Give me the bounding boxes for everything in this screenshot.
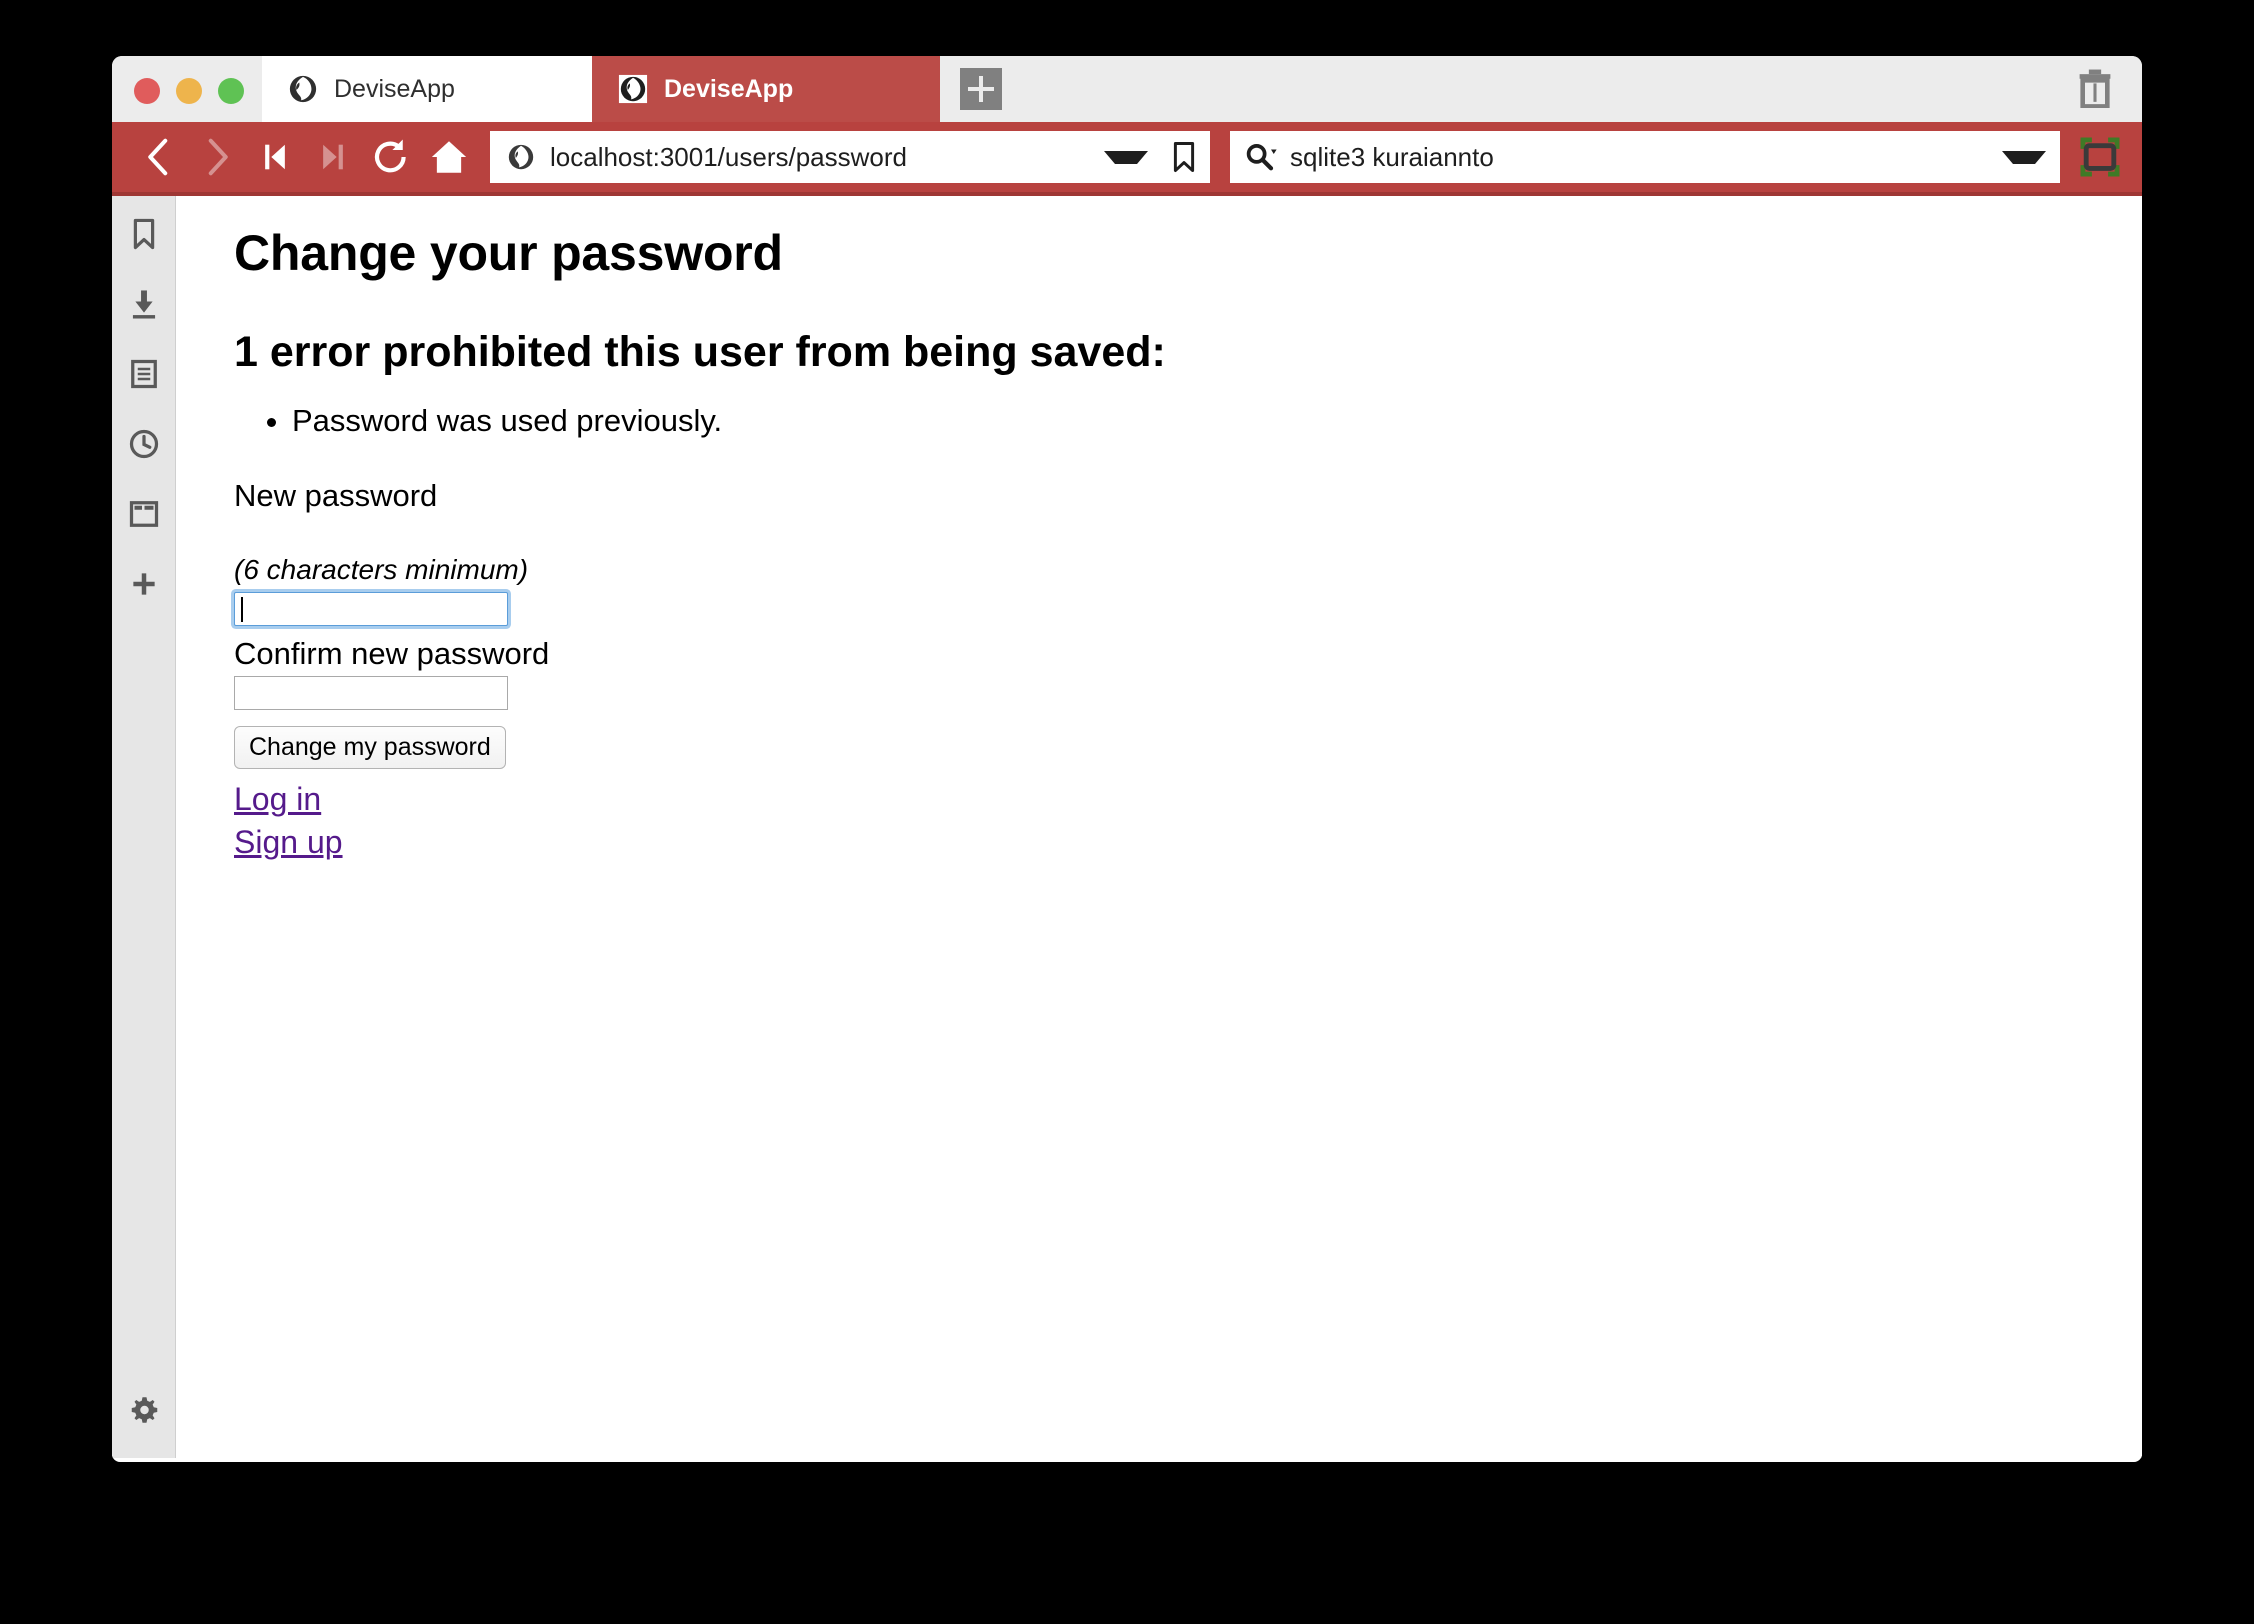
window-icon bbox=[129, 501, 158, 527]
sidebar-item-windows[interactable] bbox=[120, 490, 168, 538]
sidebar-item-history[interactable] bbox=[120, 420, 168, 468]
address-bar-url[interactable]: localhost:3001/users/password bbox=[550, 142, 1090, 173]
tab-bar-spacer bbox=[1002, 56, 2076, 122]
search-bar[interactable]: sqlite3 kuraiannto bbox=[1230, 131, 2060, 183]
tab-deviseapp-1[interactable]: DeviseApp bbox=[262, 56, 592, 122]
globe-icon bbox=[618, 74, 648, 104]
sidebar-item-bookmarks[interactable] bbox=[120, 210, 168, 258]
page-content: Change your password 1 error prohibited … bbox=[176, 196, 2142, 1458]
window-controls bbox=[112, 78, 262, 122]
trash-icon[interactable] bbox=[2076, 68, 2114, 108]
window-body: Change your password 1 error prohibited … bbox=[112, 196, 2142, 1458]
home-button[interactable] bbox=[420, 128, 478, 186]
screen-capture-button[interactable] bbox=[2074, 131, 2126, 183]
new-password-input[interactable] bbox=[234, 591, 508, 626]
skip-to-end-icon bbox=[323, 144, 343, 170]
bookmark-icon bbox=[133, 218, 154, 250]
signup-link[interactable]: Sign up bbox=[234, 824, 343, 861]
reload-button[interactable] bbox=[362, 128, 420, 186]
close-window-button[interactable] bbox=[134, 78, 160, 104]
password-hint: (6 characters minimum) bbox=[234, 553, 529, 585]
sidebar-item-reading-list[interactable] bbox=[120, 350, 168, 398]
plus-icon bbox=[132, 573, 155, 595]
zoom-window-button[interactable] bbox=[218, 78, 244, 104]
minimize-window-button[interactable] bbox=[176, 78, 202, 104]
home-icon bbox=[431, 141, 467, 173]
confirm-password-input[interactable] bbox=[234, 675, 508, 710]
document-icon bbox=[130, 359, 157, 389]
download-icon bbox=[132, 290, 155, 319]
page-title: Change your password bbox=[234, 225, 783, 281]
first-page-button[interactable] bbox=[246, 128, 304, 186]
error-heading: 1 error prohibited this user from being … bbox=[234, 328, 1166, 376]
address-bar[interactable]: localhost:3001/users/password bbox=[490, 131, 1210, 183]
chevron-left-icon bbox=[148, 138, 168, 176]
clock-icon bbox=[129, 429, 158, 459]
last-page-button[interactable] bbox=[304, 128, 362, 186]
globe-icon bbox=[289, 75, 317, 103]
search-icon[interactable] bbox=[1244, 142, 1278, 172]
sidebar bbox=[112, 196, 176, 1458]
sidebar-item-downloads[interactable] bbox=[120, 280, 168, 328]
error-list-item: Password was used previously. bbox=[292, 399, 2142, 444]
new-password-label: New password bbox=[234, 477, 438, 513]
text-caret bbox=[241, 596, 243, 622]
login-link[interactable]: Log in bbox=[234, 781, 321, 818]
confirm-password-label: Confirm new password bbox=[234, 635, 550, 671]
browser-window: DeviseApp DeviseApp localhost:3001/users… bbox=[112, 56, 2142, 1462]
back-button[interactable] bbox=[130, 128, 188, 186]
error-list: Password was used previously. bbox=[234, 399, 2142, 444]
tab-deviseapp-2[interactable]: DeviseApp bbox=[592, 56, 940, 122]
sidebar-item-settings[interactable] bbox=[120, 1386, 168, 1434]
chevron-down-icon[interactable] bbox=[1104, 150, 1148, 164]
globe-icon bbox=[508, 144, 534, 170]
new-tab-button[interactable] bbox=[960, 68, 1002, 110]
skip-to-start-icon bbox=[265, 144, 285, 170]
change-password-button[interactable]: Change my password bbox=[234, 725, 506, 769]
tab-label: DeviseApp bbox=[664, 74, 794, 103]
bookmark-icon[interactable] bbox=[1172, 141, 1196, 173]
screen-capture-icon bbox=[2080, 137, 2120, 177]
gear-icon bbox=[131, 1397, 157, 1423]
reload-icon bbox=[374, 139, 406, 173]
chevron-right-icon bbox=[208, 138, 228, 176]
browser-toolbar: localhost:3001/users/password sqlite3 ku… bbox=[112, 122, 2142, 196]
forward-button[interactable] bbox=[188, 128, 246, 186]
sidebar-item-add[interactable] bbox=[120, 560, 168, 608]
tab-bar: DeviseApp DeviseApp bbox=[112, 56, 2142, 122]
chevron-down-icon[interactable] bbox=[2002, 150, 2046, 164]
search-input[interactable]: sqlite3 kuraiannto bbox=[1290, 142, 1990, 173]
tab-label: DeviseApp bbox=[334, 74, 455, 103]
